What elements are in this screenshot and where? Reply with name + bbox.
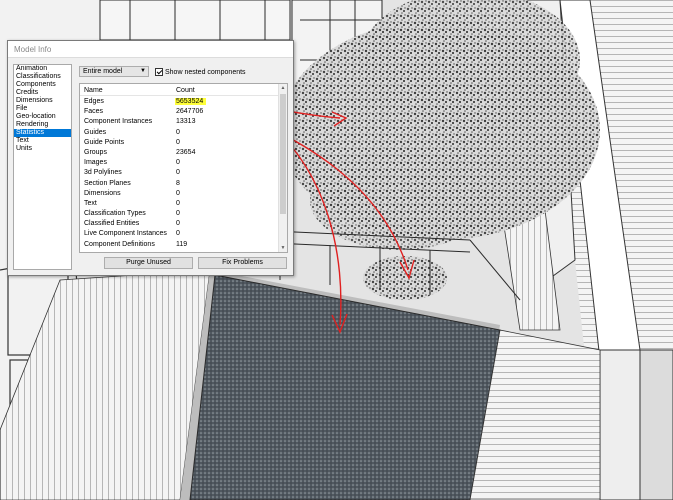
row-name: Groups: [84, 148, 107, 156]
row-count: 0: [176, 159, 180, 167]
category-item-text[interactable]: Text: [14, 137, 71, 145]
fix-problems-button[interactable]: Fix Problems: [198, 257, 287, 269]
table-row: Component Instances 13313: [80, 117, 279, 127]
table-row: Guides 0: [80, 128, 279, 138]
row-name: Classification Types: [84, 210, 146, 218]
show-nested-checkbox[interactable]: [155, 68, 163, 76]
row-name: Guides: [84, 128, 107, 136]
row-name: Faces: [84, 108, 104, 116]
table-row: Classified Entities 0: [80, 219, 279, 229]
table-row: Section Planes 8: [80, 179, 279, 189]
row-name: Guide Points: [84, 138, 125, 146]
row-count: 0: [176, 169, 180, 177]
table-row: Edges 5653524: [80, 97, 279, 107]
table-row: Guide Points 0: [80, 138, 279, 148]
scroll-up-arrow-icon[interactable]: ▲: [279, 84, 287, 92]
column-header-count[interactable]: Count: [176, 87, 195, 94]
table-row: Text 0: [80, 199, 279, 209]
row-name: 3d Polylines: [84, 169, 122, 177]
table-row: Images 0: [80, 158, 279, 168]
statistics-table: Name Count Edges 5653524 Faces 2647706 Com…: [79, 83, 288, 253]
row-name: Dimensions: [84, 189, 121, 197]
row-name: Edges: [84, 98, 104, 105]
dialog-title: Model Info: [14, 45, 52, 54]
row-name: Classified Entities: [84, 220, 140, 228]
dialog-titlebar[interactable]: Model Info: [8, 41, 293, 58]
row-count: 119: [176, 240, 188, 248]
row-name: Component Instances: [84, 118, 153, 126]
category-item-animation[interactable]: Animation: [14, 65, 71, 73]
table-row: Live Component Instances 0: [80, 229, 279, 239]
category-item-dimensions[interactable]: Dimensions: [14, 97, 71, 105]
category-item-statistics[interactable]: Statistics: [14, 129, 71, 137]
row-name: Images: [84, 159, 107, 167]
row-count: 5653524: [175, 98, 207, 105]
category-item-classifications[interactable]: Classifications: [14, 73, 71, 81]
scrollbar-thumb[interactable]: [280, 94, 286, 214]
row-count: 0: [176, 138, 180, 146]
show-nested-label: Show nested components: [165, 68, 246, 76]
category-list[interactable]: Animation Classifications Components Cre…: [13, 64, 72, 270]
table-row: Component Definitions 119: [80, 240, 279, 250]
scope-dropdown-value: Entire model: [83, 68, 123, 75]
row-count: 13313: [176, 118, 196, 126]
row-count: 2647706: [176, 108, 204, 116]
row-count: 0: [176, 220, 180, 228]
table-row: Faces 2647706: [80, 107, 279, 117]
category-item-rendering[interactable]: Rendering: [14, 121, 71, 129]
category-item-credits[interactable]: Credits: [14, 89, 71, 97]
statistics-scrollbar[interactable]: ▲ ▼: [278, 84, 287, 252]
model-info-dialog: Model Info Animation Classifications Com…: [7, 40, 294, 276]
row-count: 23654: [176, 148, 196, 156]
category-item-geo-location[interactable]: Geo-location: [14, 113, 71, 121]
table-row: Dimensions 0: [80, 189, 279, 199]
row-name: Section Planes: [84, 179, 131, 187]
table-row: 3d Polylines 0: [80, 168, 279, 178]
row-name: Text: [84, 199, 97, 207]
scroll-down-arrow-icon[interactable]: ▼: [279, 244, 287, 252]
row-count: 0: [176, 230, 180, 238]
chevron-down-icon: ▼: [140, 68, 146, 74]
row-name: Component Definitions: [84, 240, 155, 248]
row-count: 0: [176, 189, 180, 197]
row-name: Live Component Instances: [84, 230, 167, 238]
statistics-header: Name Count: [80, 84, 279, 96]
table-row: Classification Types 0: [80, 209, 279, 219]
category-item-units[interactable]: Units: [14, 145, 71, 153]
category-item-components[interactable]: Components: [14, 81, 71, 89]
statistics-rows: Edges 5653524 Faces 2647706 Component Inst…: [80, 97, 279, 250]
show-nested-toggle[interactable]: Show nested components: [155, 67, 246, 77]
row-count: 0: [176, 199, 180, 207]
row-count: 8: [176, 179, 180, 187]
column-header-name[interactable]: Name: [84, 87, 103, 94]
row-count: 0: [176, 128, 180, 136]
scope-dropdown[interactable]: Entire model ▼: [79, 66, 149, 77]
category-item-file[interactable]: File: [14, 105, 71, 113]
purge-unused-button[interactable]: Purge Unused: [104, 257, 193, 269]
row-count: 0: [176, 210, 180, 218]
table-row: Groups 23654: [80, 148, 279, 158]
